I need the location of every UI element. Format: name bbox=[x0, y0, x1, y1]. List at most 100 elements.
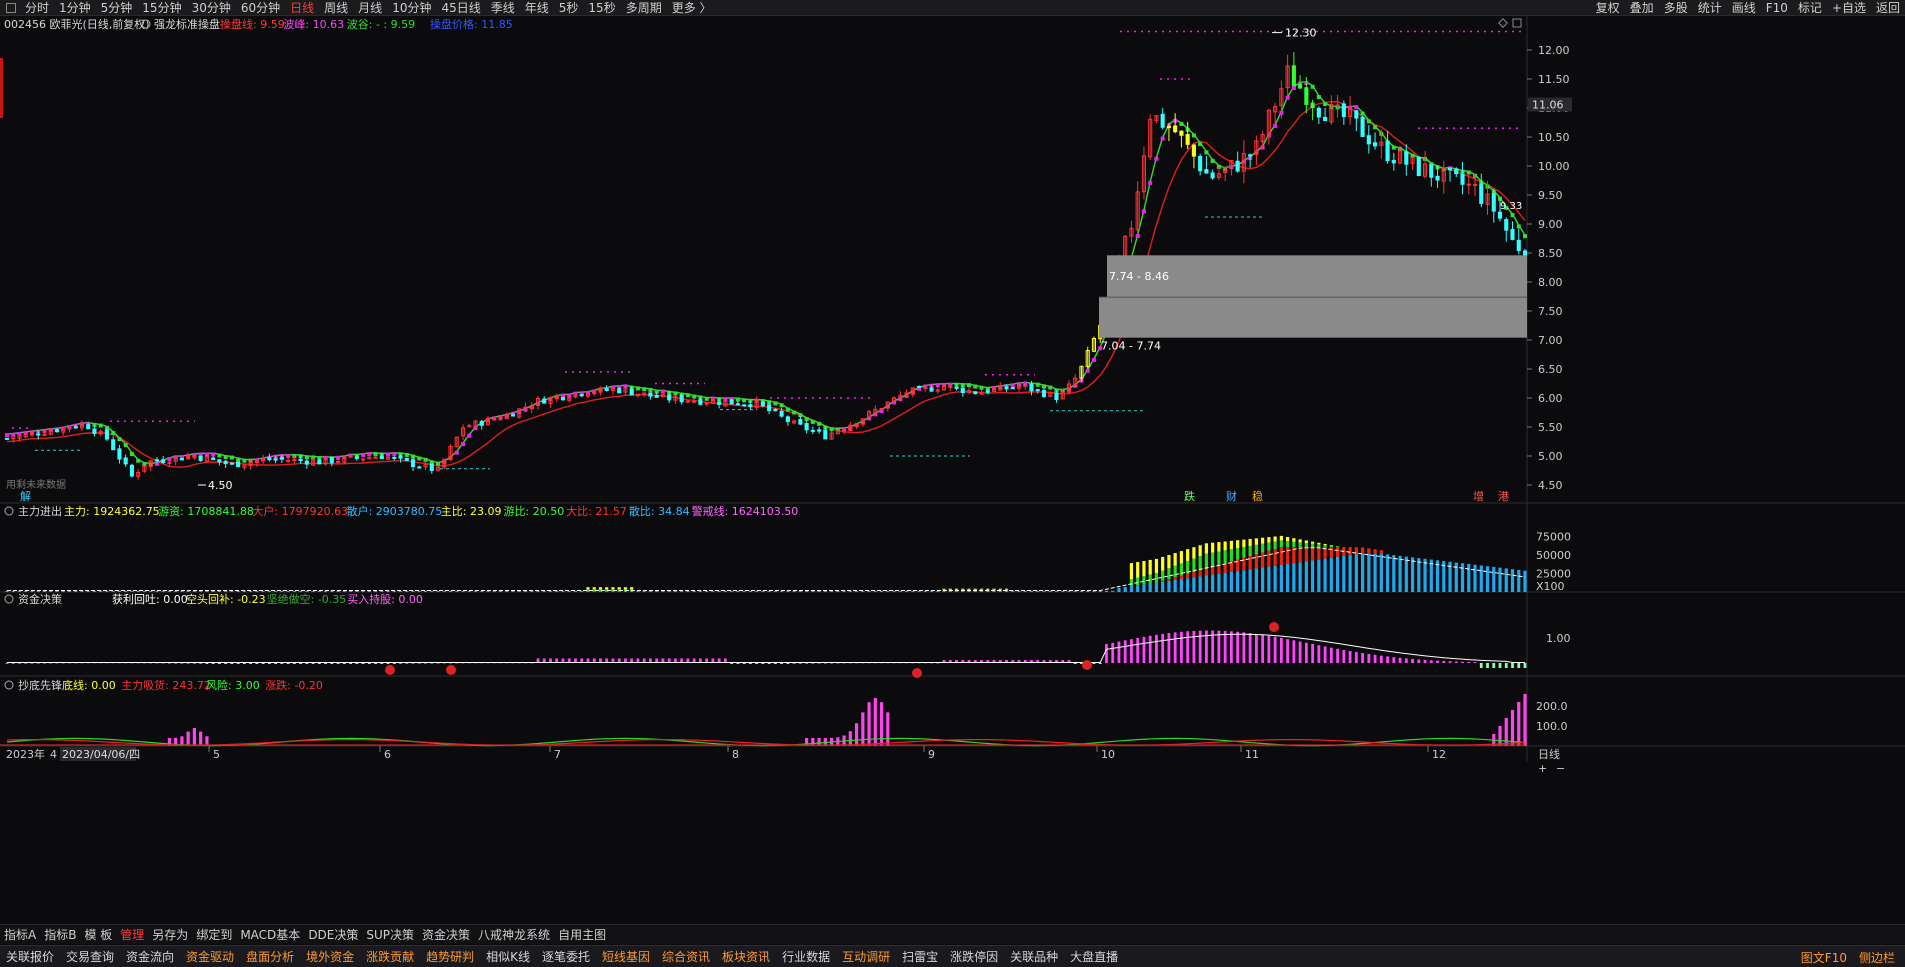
main-force-bar bbox=[1498, 567, 1502, 592]
main-force-bar bbox=[1154, 582, 1159, 592]
period-12[interactable]: 年线 bbox=[520, 0, 554, 16]
function-btn-0[interactable]: 关联报价 bbox=[0, 948, 60, 965]
candle-body bbox=[286, 459, 291, 462]
function-btn-2[interactable]: 资金流向 bbox=[120, 948, 180, 965]
main-force-bar bbox=[86, 590, 90, 592]
candle-body bbox=[42, 433, 47, 436]
trend-marker bbox=[392, 452, 397, 457]
function-btn-16[interactable]: 涨跌停因 bbox=[944, 948, 1004, 965]
indicator-tab-6[interactable]: MACD基本 bbox=[236, 926, 304, 943]
candle-body bbox=[1391, 159, 1396, 164]
period-4[interactable]: 30分钟 bbox=[187, 0, 236, 16]
function-btn-4[interactable]: 盘面分析 bbox=[240, 948, 300, 965]
main-force-bar bbox=[748, 590, 752, 592]
period-0[interactable]: 分时 bbox=[20, 0, 54, 16]
low-label: 4.50 bbox=[208, 479, 233, 492]
function-btn-17[interactable]: 关联品种 bbox=[1004, 948, 1064, 965]
candle-body bbox=[1248, 154, 1253, 157]
function-btn-3[interactable]: 资金驱动 bbox=[180, 948, 240, 965]
bottom-bar bbox=[1504, 718, 1508, 746]
function-btn-9[interactable]: 逐笔委托 bbox=[536, 948, 596, 965]
period-7[interactable]: 周线 bbox=[319, 0, 353, 16]
period-5[interactable]: 60分钟 bbox=[236, 0, 285, 16]
main-force-bar bbox=[1198, 570, 1202, 577]
toolbar-btn-2[interactable]: 多股 bbox=[1659, 0, 1693, 16]
function-btn-11[interactable]: 综合资讯 bbox=[656, 948, 716, 965]
bottom-right-btn-1[interactable]: 侧边栏 bbox=[1853, 949, 1901, 966]
indicator-tab-4[interactable]: 另存为 bbox=[148, 926, 192, 943]
function-btn-8[interactable]: 相似K线 bbox=[480, 948, 536, 965]
indicator-tab-5[interactable]: 绑定到 bbox=[192, 926, 236, 943]
trend-marker bbox=[1198, 142, 1203, 147]
candle-body bbox=[1466, 183, 1471, 186]
price-axis-label: 7.50 bbox=[1538, 305, 1563, 318]
trend-marker bbox=[111, 430, 116, 435]
candle-body bbox=[479, 420, 484, 426]
toolbar-btn-3[interactable]: 统计 bbox=[1693, 0, 1727, 16]
toolbar-btn-8[interactable]: 返回 bbox=[1871, 0, 1905, 16]
function-btn-7[interactable]: 趋势研判 bbox=[420, 948, 480, 965]
main-force-bar bbox=[1261, 543, 1265, 553]
toolbar-btn-0[interactable]: 复权 bbox=[1591, 0, 1625, 16]
function-btn-15[interactable]: 扫雷宝 bbox=[896, 948, 944, 965]
toolbar-btn-5[interactable]: F10 bbox=[1761, 0, 1793, 16]
function-btn-10[interactable]: 短线基因 bbox=[596, 948, 656, 965]
fund-bar bbox=[1123, 640, 1127, 663]
trend-marker bbox=[304, 455, 309, 460]
main-force-bar bbox=[1417, 558, 1421, 592]
period-9[interactable]: 10分钟 bbox=[387, 0, 436, 16]
main-force-bar bbox=[1429, 559, 1433, 592]
main-force-bar bbox=[1236, 571, 1240, 592]
function-btn-18[interactable]: 大盘直播 bbox=[1064, 948, 1124, 965]
menu-icon[interactable] bbox=[6, 2, 16, 13]
fund-bar bbox=[1486, 663, 1489, 668]
candle-body bbox=[879, 407, 884, 410]
main-force-bar bbox=[1242, 557, 1246, 571]
signal-0: 跌 bbox=[1184, 489, 1195, 503]
signal-3: 增 bbox=[1473, 489, 1484, 503]
indicator-tab-1[interactable]: 指标B bbox=[40, 926, 80, 943]
bottom-right-btn-0[interactable]: 图文F10 bbox=[1795, 949, 1853, 966]
toolbar-btn-4[interactable]: 画线 bbox=[1727, 0, 1761, 16]
main-force-bar bbox=[1367, 553, 1371, 592]
period-15[interactable]: 多周期 bbox=[621, 0, 667, 16]
indicator-tab-2[interactable]: 模 板 bbox=[80, 926, 116, 943]
candle-body bbox=[1191, 144, 1196, 157]
diamond-icon bbox=[1498, 18, 1508, 28]
function-btn-14[interactable]: 互动调研 bbox=[836, 948, 896, 965]
main-force-bar bbox=[667, 590, 671, 592]
function-btn-1[interactable]: 交易查询 bbox=[60, 948, 120, 965]
toolbar-btn-1[interactable]: 叠加 bbox=[1625, 0, 1659, 16]
period-2[interactable]: 5分钟 bbox=[96, 0, 138, 16]
indicator-tab-7[interactable]: DDE决策 bbox=[304, 926, 362, 943]
chart-area[interactable]: 12.0011.5011.0010.5010.009.509.008.508.0… bbox=[0, 16, 1905, 924]
function-btn-6[interactable]: 涨跌贡献 bbox=[360, 948, 420, 965]
toolbar-btn-7[interactable]: +自选 bbox=[1827, 0, 1871, 16]
indicator-tab-8[interactable]: SUP决策 bbox=[362, 926, 418, 943]
indicator-tab-9[interactable]: 资金决策 bbox=[418, 926, 474, 943]
indicator-tab-10[interactable]: 八戒神龙系统 bbox=[474, 926, 554, 943]
period-13[interactable]: 5秒 bbox=[554, 0, 584, 16]
period-16[interactable]: 更多 〉 bbox=[667, 0, 717, 16]
trend-marker bbox=[454, 450, 459, 455]
main-force-bar bbox=[973, 590, 977, 592]
function-btn-5[interactable]: 境外资金 bbox=[300, 948, 360, 965]
period-1[interactable]: 1分钟 bbox=[54, 0, 96, 16]
indicator-tab-0[interactable]: 指标A bbox=[0, 926, 40, 943]
period-14[interactable]: 15秒 bbox=[583, 0, 620, 16]
main-force-bar bbox=[767, 590, 771, 592]
toolbar-btn-6[interactable]: 标记 bbox=[1793, 0, 1827, 16]
period-6[interactable]: 日线 bbox=[285, 0, 319, 16]
indicator-tab-3[interactable]: 管理 bbox=[116, 926, 148, 943]
function-btn-13[interactable]: 行业数据 bbox=[776, 948, 836, 965]
candle-body bbox=[748, 404, 753, 408]
fund-bar bbox=[1167, 633, 1171, 663]
period-11[interactable]: 季线 bbox=[486, 0, 520, 16]
period-10[interactable]: 45日线 bbox=[436, 0, 485, 16]
indicator-tab-11[interactable]: 自用主图 bbox=[554, 926, 610, 943]
fund-bar bbox=[1498, 663, 1502, 668]
period-8[interactable]: 月线 bbox=[353, 0, 387, 16]
function-btn-12[interactable]: 板块资讯 bbox=[716, 948, 776, 965]
fund-signal-dot-1 bbox=[446, 665, 456, 675]
period-3[interactable]: 15分钟 bbox=[137, 0, 186, 16]
